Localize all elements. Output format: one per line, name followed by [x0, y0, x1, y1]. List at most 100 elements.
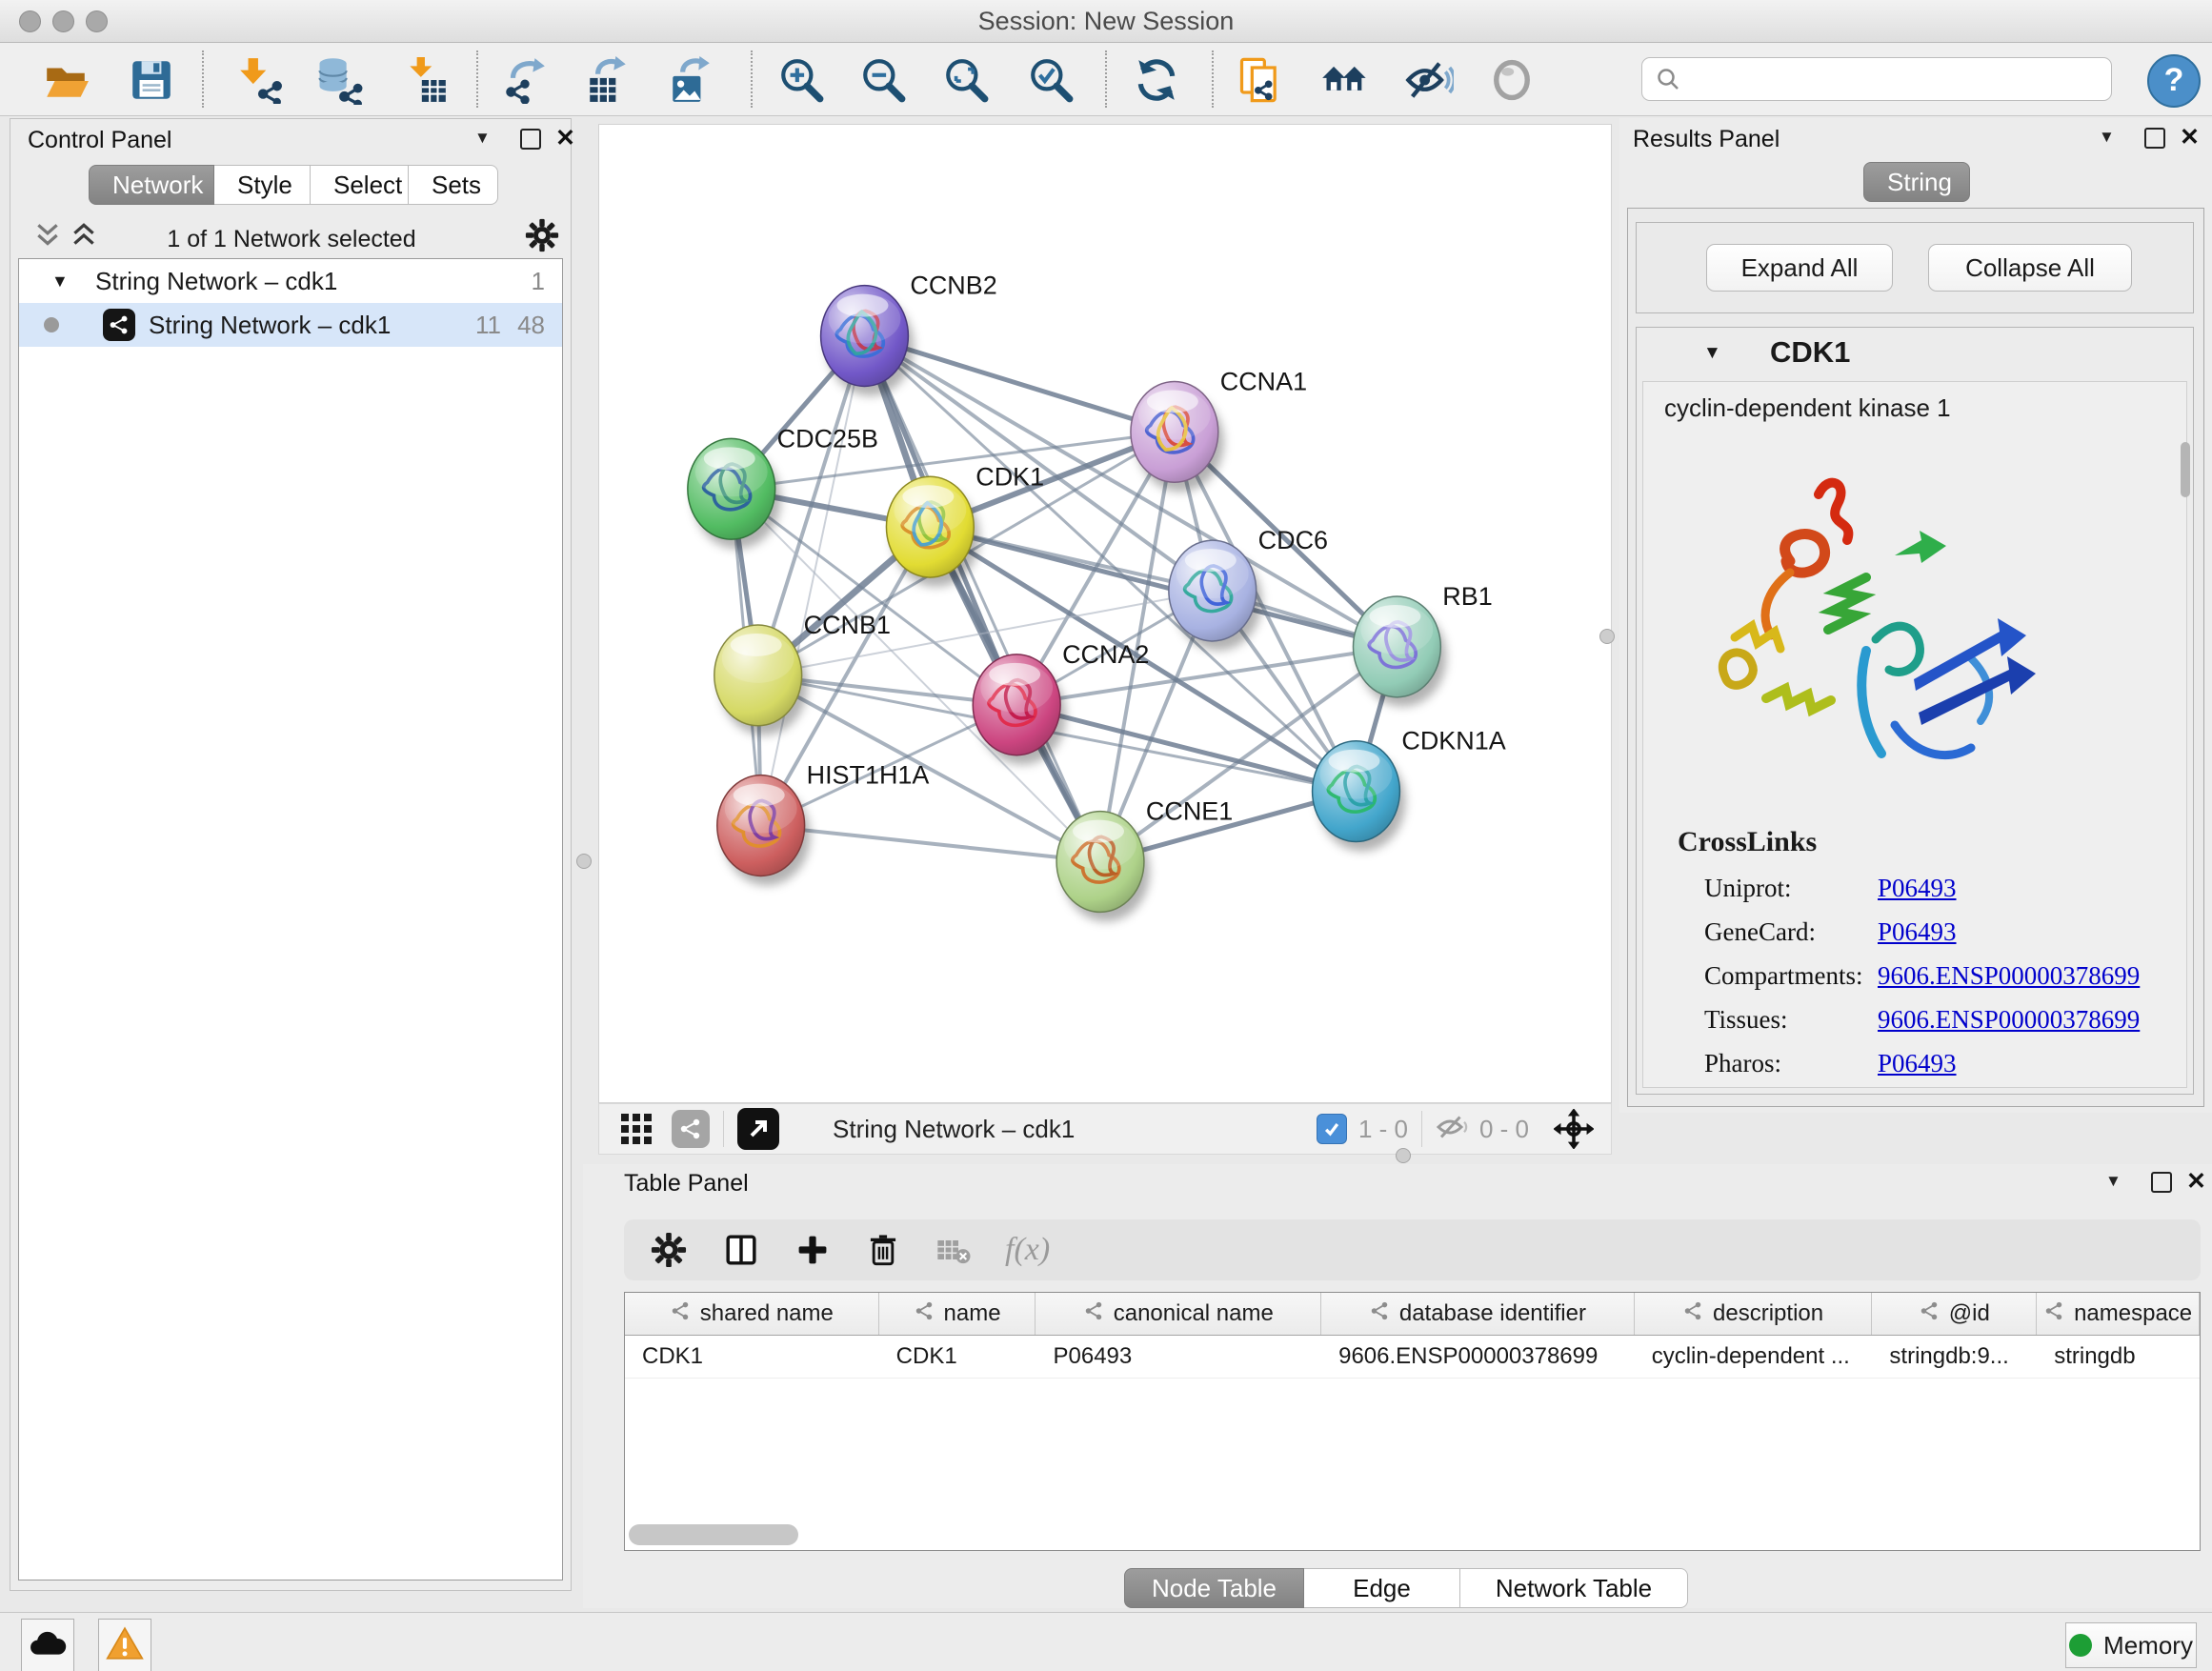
- cloud-status-button[interactable]: [21, 1619, 74, 1671]
- panel-float-icon[interactable]: [2151, 1172, 2172, 1193]
- function-builder-icon[interactable]: f(x): [1005, 1232, 1050, 1268]
- panel-float-icon[interactable]: [520, 129, 541, 150]
- gene-symbol: CDK1: [1770, 335, 1850, 370]
- string-network-graph[interactable]: CCNB2CCNA1CDC25BCDK1CDC6RB1CCNB1CCNA2CDK…: [599, 125, 1611, 1102]
- node-table[interactable]: shared namenamecanonical namedatabase id…: [624, 1292, 2201, 1551]
- column-header-description[interactable]: description: [1635, 1293, 1873, 1335]
- graph-node-CDC25B[interactable]: CDC25B: [688, 424, 878, 549]
- column-header-label: @id: [1949, 1300, 1990, 1327]
- table-cell[interactable]: CDK1: [625, 1336, 879, 1378]
- column-header-shared-name[interactable]: shared name: [625, 1293, 879, 1335]
- copy-network-icon[interactable]: [1235, 54, 1286, 106]
- warning-status-button[interactable]: [98, 1619, 151, 1671]
- tab-select[interactable]: Select: [311, 165, 409, 205]
- table-row[interactable]: CDK1CDK1P064939606.ENSP00000378699cyclin…: [625, 1336, 2200, 1379]
- splitter-handle[interactable]: [1396, 1148, 1411, 1163]
- table-cell[interactable]: stringdb:9...: [1872, 1336, 2037, 1378]
- help-button[interactable]: ?: [2147, 54, 2201, 108]
- selected-nodes-checkbox-icon[interactable]: [1317, 1114, 1347, 1144]
- crosslink-link[interactable]: 9606.ENSP00000378699: [1878, 961, 2140, 991]
- import-table-from-file-icon[interactable]: [400, 54, 452, 106]
- network-tree-root-row[interactable]: ▼ String Network – cdk1 1: [19, 259, 562, 303]
- panel-menu-caret-icon[interactable]: ▼: [2099, 128, 2115, 147]
- crosslink-link[interactable]: P06493: [1878, 1049, 1957, 1078]
- crosslink-link[interactable]: P06493: [1878, 917, 1957, 947]
- tab-node-table[interactable]: Node Table: [1124, 1568, 1304, 1608]
- table-settings-gear-icon[interactable]: [651, 1232, 687, 1268]
- birds-eye-grid-icon[interactable]: [620, 1113, 653, 1145]
- splitter-handle[interactable]: [1599, 629, 1615, 644]
- graph-edge[interactable]: [761, 336, 865, 826]
- results-scrollbar-thumb[interactable]: [2181, 442, 2190, 497]
- zoom-in-icon[interactable]: [775, 54, 827, 106]
- panel-float-icon[interactable]: [2144, 128, 2165, 149]
- zoom-out-icon[interactable]: [857, 54, 909, 106]
- zoom-selected-icon[interactable]: [1025, 54, 1076, 106]
- memory-button[interactable]: Memory: [2065, 1622, 2197, 1668]
- graph-node-label: CCNA2: [1062, 640, 1149, 669]
- view-mode-disabled-eye-icon[interactable]: [1486, 54, 1538, 106]
- graph-edge[interactable]: [761, 826, 1100, 862]
- tab-network-table[interactable]: Network Table: [1460, 1568, 1688, 1608]
- tab-style[interactable]: Style: [214, 165, 311, 205]
- panel-close-icon[interactable]: ✕: [555, 124, 575, 152]
- graph-node-HIST1H1A[interactable]: HIST1H1A: [717, 761, 930, 886]
- column-header-database-identifier[interactable]: database identifier: [1321, 1293, 1635, 1335]
- table-cell[interactable]: cyclin-dependent ...: [1635, 1336, 1873, 1378]
- show-columns-icon[interactable]: [723, 1232, 759, 1268]
- collapse-all-button[interactable]: Collapse All: [1928, 244, 2132, 292]
- gene-collapse-caret-icon[interactable]: ▼: [1703, 343, 1721, 364]
- delete-column-trash-icon[interactable]: [866, 1233, 900, 1267]
- tab-string[interactable]: String: [1863, 162, 1970, 202]
- graph-node-CDK1[interactable]: CDK1: [886, 462, 1044, 587]
- zoom-fit-icon[interactable]: [940, 54, 992, 106]
- panel-close-icon[interactable]: ✕: [2180, 123, 2200, 151]
- save-session-icon[interactable]: [126, 54, 177, 106]
- horizontal-scrollbar-thumb[interactable]: [629, 1524, 798, 1545]
- network-type-share-icon[interactable]: [672, 1110, 710, 1148]
- show-panels-houses-icon[interactable]: [1319, 54, 1371, 106]
- fit-selected-crosshair-icon[interactable]: [1554, 1109, 1594, 1149]
- column-header-namespace[interactable]: namespace: [2037, 1293, 2200, 1335]
- delete-table-icon[interactable]: [935, 1233, 973, 1267]
- network-tree-row-selected[interactable]: String Network – cdk1 11 48: [19, 303, 562, 347]
- table-cell[interactable]: CDK1: [879, 1336, 1036, 1378]
- refresh-icon[interactable]: [1131, 54, 1182, 106]
- column-header-name[interactable]: name: [879, 1293, 1036, 1335]
- panel-menu-caret-icon[interactable]: ▼: [2105, 1172, 2122, 1191]
- graph-node-CDKN1A[interactable]: CDKN1A: [1313, 727, 1506, 852]
- import-network-from-database-icon[interactable]: [312, 54, 364, 106]
- column-header--id[interactable]: @id: [1872, 1293, 2037, 1335]
- tab-sets[interactable]: Sets: [409, 165, 498, 205]
- splitter-handle[interactable]: [576, 854, 592, 869]
- graph-node-CDC6[interactable]: CDC6: [1169, 526, 1328, 651]
- graph-node-RB1[interactable]: RB1: [1353, 582, 1492, 707]
- expand-all-button[interactable]: Expand All: [1706, 244, 1893, 292]
- column-header-canonical-name[interactable]: canonical name: [1036, 1293, 1321, 1335]
- panel-close-icon[interactable]: ✕: [2186, 1167, 2206, 1196]
- crosslink-link[interactable]: P06493: [1878, 874, 1957, 903]
- import-network-from-file-icon[interactable]: [233, 54, 285, 106]
- search-field[interactable]: [1641, 57, 2112, 101]
- export-image-icon[interactable]: [665, 54, 716, 106]
- tab-network[interactable]: Network: [89, 165, 214, 205]
- detach-view-arrow-icon[interactable]: [737, 1108, 779, 1150]
- graph-node-CCNE1[interactable]: CCNE1: [1056, 797, 1233, 922]
- hidden-eye-slash-icon[interactable]: [1436, 1113, 1470, 1146]
- export-network-icon[interactable]: [499, 54, 551, 106]
- table-cell[interactable]: 9606.ENSP00000378699: [1321, 1336, 1635, 1378]
- panel-menu-caret-icon[interactable]: ▼: [474, 129, 491, 148]
- table-cell[interactable]: stringdb: [2037, 1336, 2200, 1378]
- search-input[interactable]: [1688, 59, 2111, 99]
- export-table-icon[interactable]: [582, 54, 633, 106]
- network-canvas[interactable]: CCNB2CCNA1CDC25BCDK1CDC6RB1CCNB1CCNA2CDK…: [598, 124, 1612, 1103]
- open-session-icon[interactable]: [40, 54, 91, 106]
- network-options-gear-icon[interactable]: [525, 218, 559, 257]
- tab-edge-table[interactable]: Edge Table: [1304, 1568, 1460, 1608]
- create-column-plus-icon[interactable]: [795, 1233, 830, 1267]
- table-cell[interactable]: P06493: [1036, 1336, 1321, 1378]
- crosslink-link[interactable]: 9606.ENSP00000378699: [1878, 1005, 2140, 1035]
- hide-visibility-eye-icon[interactable]: [1403, 54, 1455, 106]
- gene-details: cyclin-dependent kinase 1: [1642, 381, 2187, 1088]
- tree-expand-caret-icon[interactable]: ▼: [51, 259, 69, 303]
